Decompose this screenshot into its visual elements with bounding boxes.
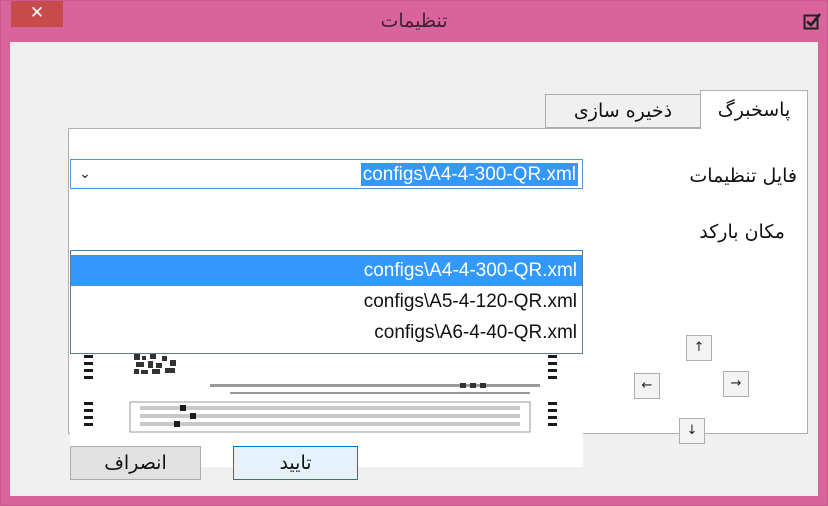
config-file-selected-value: configs\A4-4-300-QR.xml <box>360 163 578 186</box>
config-file-combobox[interactable]: ⌄ configs\A4-4-300-QR.xml <box>70 159 583 189</box>
arrow-down-icon: ↓ <box>686 423 698 438</box>
barcode-move-right-button[interactable]: → <box>723 371 749 397</box>
config-file-label: فایل تنظیمات <box>689 165 797 187</box>
arrow-up-icon: ↑ <box>693 340 705 355</box>
tab-answer-sheet[interactable]: پاسخبرگ <box>700 90 808 129</box>
tab-storage[interactable]: ذخیره سازی <box>545 94 700 128</box>
arrow-left-icon: ← <box>641 378 653 393</box>
barcode-move-down-button[interactable]: ↓ <box>679 418 705 444</box>
dropdown-option[interactable]: configs\A4-4-300-QR.xml <box>71 255 582 286</box>
checkbox-icon <box>803 13 821 30</box>
dropdown-option[interactable]: configs\A5-4-120-QR.xml <box>71 286 582 317</box>
barcode-move-up-button[interactable]: ↑ <box>686 335 712 361</box>
chevron-down-icon[interactable]: ⌄ <box>73 162 97 186</box>
settings-dialog: تنظیمات ✕ ذخیره سازی پاسخبرگ فایل تنظیما… <box>0 0 828 506</box>
barcode-move-left-button[interactable]: ← <box>634 373 660 399</box>
window-title: تنظیمات <box>380 10 448 32</box>
dialog-client-area: ذخیره سازی پاسخبرگ فایل تنظیمات مکان بار… <box>10 42 818 496</box>
cancel-button[interactable]: انصراف <box>70 446 201 480</box>
window-frame-left <box>1 42 10 505</box>
answer-sheet-panel: فایل تنظیمات مکان بارکد ⌄ configs\A4-4-3… <box>68 128 808 467</box>
barcode-position-label: مکان بارکد <box>699 221 785 243</box>
window-frame-bottom <box>1 496 827 505</box>
config-file-dropdown-list[interactable]: configs\A4-4-300-QR.xml configs\A5-4-120… <box>70 250 583 354</box>
title-bar[interactable]: تنظیمات ✕ <box>1 1 827 42</box>
close-icon: ✕ <box>29 3 45 23</box>
dropdown-option[interactable]: configs\A6-4-40-QR.xml <box>71 317 582 348</box>
arrow-right-icon: → <box>730 376 742 391</box>
ok-button[interactable]: تایید <box>233 446 358 480</box>
close-button[interactable]: ✕ <box>11 1 63 27</box>
window-frame-right <box>818 42 827 505</box>
